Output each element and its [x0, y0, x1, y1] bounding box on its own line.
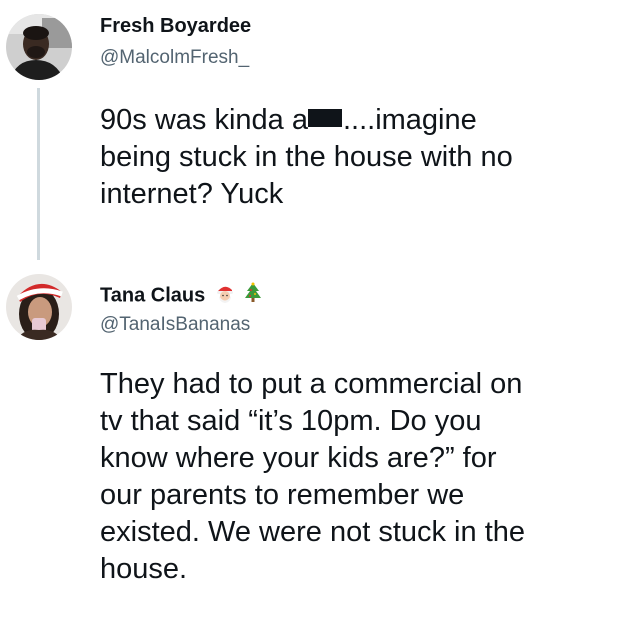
tweet-text-line-2: tv that said “it’s 10pm. Do you	[100, 405, 482, 437]
text-after-redaction: ....imagine	[342, 104, 477, 136]
avatar-tana-claus[interactable]	[6, 274, 72, 340]
author-display-name[interactable]: Fresh Boyardee	[100, 14, 251, 38]
tweet-text-line-3: internet? Yuck	[100, 178, 284, 210]
tweet-text-line-6: house.	[100, 553, 188, 585]
santa-face-emoji-icon	[215, 283, 235, 309]
redaction-bar	[307, 109, 342, 127]
tweet-text-line-4: our parents to remember we	[100, 479, 465, 511]
author-display-name-text: Tana Claus	[100, 284, 206, 307]
author-handle[interactable]: @TanaIsBananas	[100, 313, 250, 337]
christmas-tree-emoji-icon	[244, 282, 262, 310]
tweet-text-line-3: know where your kids are?” for	[100, 442, 497, 474]
thread-connector-line	[37, 88, 40, 260]
tweet-text-line-1: They had to put a commercial on	[100, 368, 523, 400]
profile-photo-woman-santa-hat-icon	[6, 274, 72, 340]
profile-photo-man-icon	[6, 14, 72, 80]
tweet-text-line-2: being stuck in the house with no	[100, 141, 513, 173]
tweet-text-line-1: 90s was kinda a ....imagine	[100, 102, 635, 139]
tweet-2[interactable]: Tana Claus @TanaIsBananas They had to pu…	[0, 262, 640, 626]
tweet-text: 90s was kinda a ....imagine being stuck i…	[100, 102, 635, 213]
tweet-1[interactable]: Fresh Boyardee @MalcolmFresh_ 90s was ki…	[0, 0, 640, 262]
avatar-fresh-boyardee[interactable]	[6, 14, 72, 80]
tweet-thread: Fresh Boyardee @MalcolmFresh_ 90s was ki…	[0, 0, 640, 626]
tweet-text: They had to put a commercial on tv that …	[100, 366, 635, 588]
author-display-name[interactable]: Tana Claus	[100, 282, 262, 310]
tweet-text-line-5: existed. We were not stuck in the	[100, 516, 526, 548]
author-handle[interactable]: @MalcolmFresh_	[100, 46, 249, 70]
text-before-redaction: 90s was kinda a	[100, 104, 308, 136]
